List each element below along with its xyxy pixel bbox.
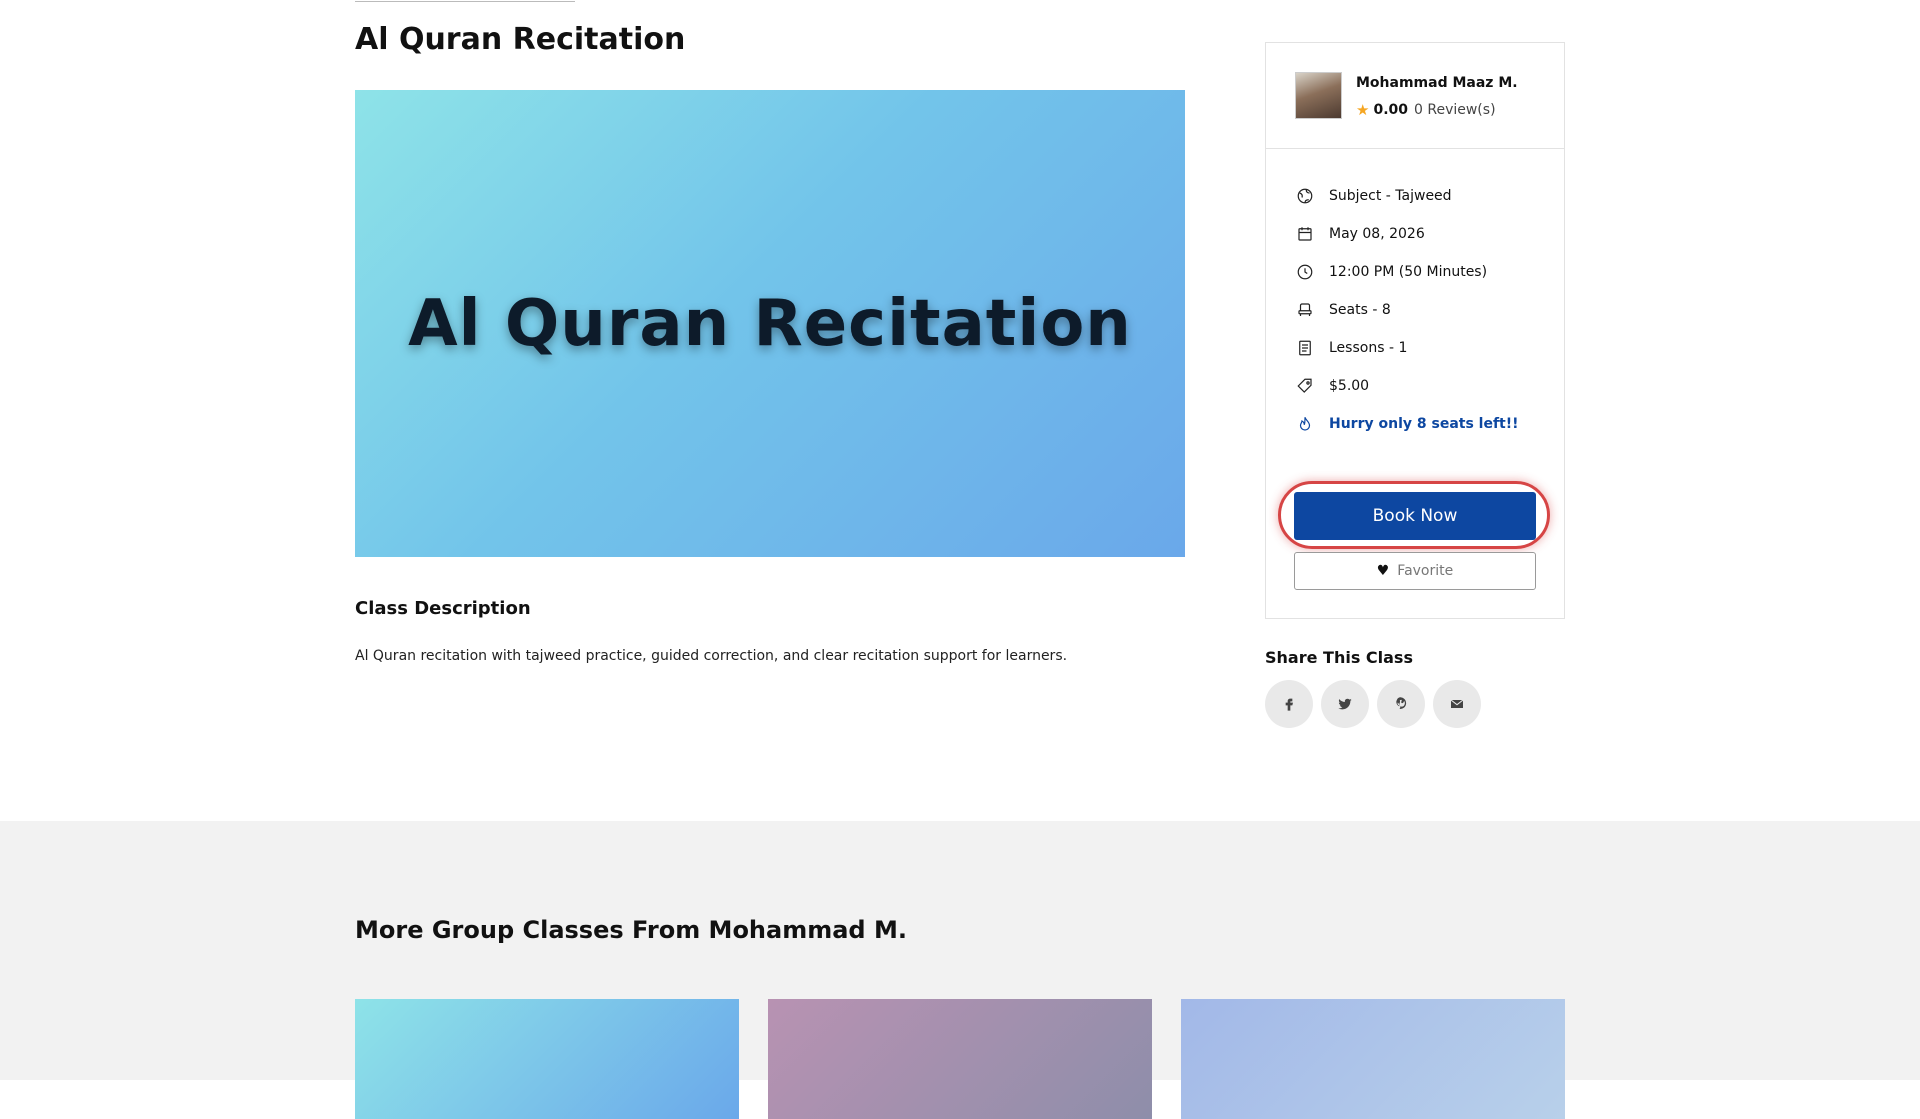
class-card[interactable] bbox=[355, 999, 739, 1119]
class-details: Subject - Tajweed May 08, 2026 12:00 PM … bbox=[1295, 177, 1545, 443]
description-text: Al Quran recitation with tajweed practic… bbox=[355, 648, 1068, 664]
class-cover-image: Al Quran Recitation bbox=[355, 90, 1185, 557]
detail-date-text: May 08, 2026 bbox=[1329, 226, 1425, 242]
pinterest-icon[interactable] bbox=[1377, 680, 1425, 728]
heart-icon: ♥ bbox=[1376, 563, 1390, 579]
detail-date: May 08, 2026 bbox=[1295, 215, 1545, 253]
more-classes-section: More Group Classes From Mohammad M. bbox=[0, 821, 1920, 1119]
detail-seats-left: Hurry only 8 seats left!! bbox=[1295, 405, 1545, 443]
twitter-icon[interactable] bbox=[1321, 680, 1369, 728]
class-card[interactable] bbox=[768, 999, 1152, 1119]
tutor-name[interactable]: Mohammad Maaz M. bbox=[1356, 75, 1518, 91]
booking-card: Mohammad Maaz M. ★ 0.00 0 Review(s) Subj… bbox=[1265, 42, 1565, 619]
calendar-icon bbox=[1295, 224, 1315, 244]
class-cover-title: Al Quran Recitation bbox=[408, 286, 1132, 361]
detail-time: 12:00 PM (50 Minutes) bbox=[1295, 253, 1545, 291]
detail-lessons: Lessons - 1 bbox=[1295, 329, 1545, 367]
detail-price: $5.00 bbox=[1295, 367, 1545, 405]
detail-price-text: $5.00 bbox=[1329, 378, 1370, 394]
share-buttons bbox=[1265, 680, 1481, 728]
page-title: Al Quran Recitation bbox=[355, 22, 686, 57]
star-icon: ★ bbox=[1356, 101, 1370, 119]
description-heading: Class Description bbox=[355, 598, 531, 619]
favorite-button[interactable]: ♥ Favorite bbox=[1294, 552, 1536, 590]
clock-icon bbox=[1295, 262, 1315, 282]
detail-seats-left-text: Hurry only 8 seats left!! bbox=[1329, 416, 1519, 432]
facebook-icon[interactable] bbox=[1265, 680, 1313, 728]
detail-subject: Subject - Tajweed bbox=[1295, 177, 1545, 215]
list-icon bbox=[1295, 338, 1315, 358]
share-heading: Share This Class bbox=[1265, 648, 1413, 667]
tutor-avatar[interactable] bbox=[1295, 72, 1342, 119]
review-count: 0 Review(s) bbox=[1414, 102, 1496, 118]
fire-icon bbox=[1295, 414, 1315, 434]
detail-seats: Seats - 8 bbox=[1295, 291, 1545, 329]
book-now-button[interactable]: Book Now bbox=[1294, 492, 1536, 540]
tutor-info: Mohammad Maaz M. ★ 0.00 0 Review(s) bbox=[1266, 43, 1564, 149]
detail-lessons-text: Lessons - 1 bbox=[1329, 340, 1408, 356]
seat-icon bbox=[1295, 300, 1315, 320]
globe-icon bbox=[1295, 186, 1315, 206]
tag-icon bbox=[1295, 376, 1315, 396]
detail-time-text: 12:00 PM (50 Minutes) bbox=[1329, 264, 1488, 280]
rating-value: 0.00 bbox=[1373, 102, 1408, 118]
more-classes-heading: More Group Classes From Mohammad M. bbox=[355, 916, 907, 944]
detail-subject-text: Subject - Tajweed bbox=[1329, 188, 1452, 204]
class-card[interactable] bbox=[1181, 999, 1565, 1119]
favorite-label: Favorite bbox=[1397, 563, 1454, 579]
breadcrumb bbox=[355, 0, 575, 2]
detail-seats-text: Seats - 8 bbox=[1329, 302, 1391, 318]
email-icon[interactable] bbox=[1433, 680, 1481, 728]
tutor-rating: ★ 0.00 0 Review(s) bbox=[1356, 101, 1496, 119]
